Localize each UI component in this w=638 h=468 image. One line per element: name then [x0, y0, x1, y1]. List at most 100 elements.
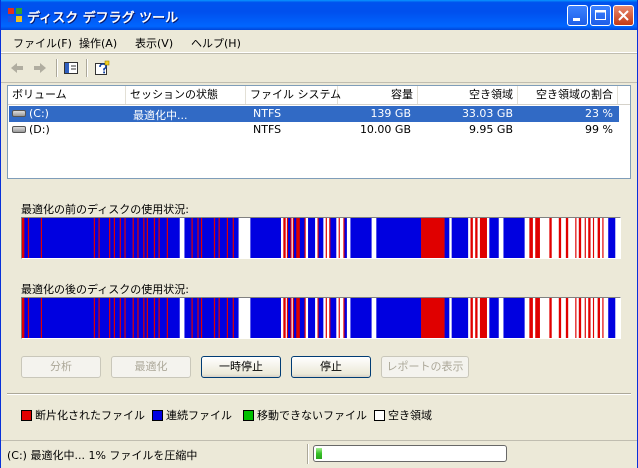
after-cluster-block: [94, 298, 99, 338]
before-cluster-block: [576, 218, 580, 258]
before-cluster-block: [293, 218, 297, 258]
column-free-percent[interactable]: 空き領域の割合: [518, 86, 618, 104]
after-cluster-block: [468, 298, 471, 338]
after-cluster-block: [371, 298, 377, 338]
before-cluster-block: [568, 218, 576, 258]
volume-name: (C:): [29, 107, 49, 120]
toolbar-separator: [56, 59, 58, 77]
unmovable-swatch: [243, 410, 254, 421]
stop-button[interactable]: 停止: [291, 356, 371, 378]
after-cluster-block: [558, 298, 562, 338]
after-cluster-block: [110, 298, 115, 338]
after-cluster-block: [326, 298, 330, 338]
after-cluster-block: [179, 298, 185, 338]
drive-icon: [12, 110, 26, 117]
legend-unmovable-label: 移動できないファイル: [257, 409, 367, 422]
defrag-progress-bar: [313, 445, 507, 462]
menu-help[interactable]: ヘルプ(H): [191, 35, 241, 51]
title-bar[interactable]: ディスク デフラグ ツール: [1, 0, 637, 30]
before-cluster-block: [299, 218, 305, 258]
after-cluster-block: [608, 298, 616, 338]
after-cluster-block: [42, 298, 95, 338]
after-cluster-block: [339, 298, 344, 338]
show-hide-pane-icon[interactable]: [63, 60, 79, 76]
status-separator: [307, 444, 309, 464]
column-session-status[interactable]: セッションの状態: [126, 86, 246, 104]
before-cluster-block: [344, 218, 348, 258]
column-file-system[interactable]: ファイル システム: [246, 86, 341, 104]
before-cluster-block: [219, 218, 228, 258]
defrag-app-icon: [8, 8, 22, 22]
before-cluster-block: [475, 218, 478, 258]
before-cluster-block: [133, 218, 138, 258]
before-cluster-block: [99, 218, 110, 258]
after-cluster-block: [578, 298, 582, 338]
forward-arrow-icon[interactable]: [32, 60, 48, 76]
after-cluster-block: [22, 298, 25, 338]
before-cluster-block: [202, 218, 215, 258]
column-volume[interactable]: ボリューム: [8, 86, 126, 104]
menu-view[interactable]: 表示(V): [135, 35, 173, 51]
column-free-space[interactable]: 空き領域: [418, 86, 518, 104]
after-disk-map: [21, 297, 621, 339]
before-cluster-block: [599, 218, 603, 258]
legend: 断片化されたファイル 連続ファイル 移動できないファイル 空き領域: [21, 404, 621, 424]
before-cluster-block: [233, 218, 239, 258]
after-cluster-block: [133, 298, 138, 338]
after-disk-map-graphic: [22, 298, 620, 338]
free-percent: 99 %: [585, 123, 613, 136]
before-cluster-block: [305, 218, 309, 258]
after-cluster-block: [498, 298, 504, 338]
after-cluster-block: [451, 298, 469, 338]
after-cluster-block: [308, 298, 316, 338]
after-cluster-block: [293, 298, 297, 338]
close-button[interactable]: [613, 5, 634, 26]
free-swatch: [374, 410, 385, 421]
minimize-button[interactable]: [567, 5, 588, 26]
disk-defrag-window: ディスク デフラグ ツール ファイル(F) 操作(A) 表示(V) ヘルプ(H): [0, 0, 638, 468]
before-cluster-block: [315, 218, 318, 258]
view-report-button[interactable]: レポートの表示: [381, 356, 469, 378]
status-text: (C:) 最適化中... 1% ファイルを圧縮中: [7, 449, 198, 462]
before-cluster-block: [147, 218, 155, 258]
back-arrow-icon[interactable]: [9, 60, 25, 76]
before-cluster-block: [24, 218, 29, 258]
before-cluster-block: [449, 218, 452, 258]
after-cluster-block: [215, 298, 219, 338]
free-space: 9.95 GB: [468, 123, 513, 136]
before-cluster-block: [477, 218, 481, 258]
before-cluster-block: [228, 218, 234, 258]
after-cluster-block: [184, 298, 192, 338]
before-cluster-block: [608, 218, 616, 258]
after-cluster-block: [529, 298, 534, 338]
before-cluster-block: [238, 218, 251, 258]
maximize-button[interactable]: [590, 5, 611, 26]
before-cluster-block: [615, 218, 620, 258]
before-cluster-block: [561, 218, 567, 258]
status-bar: (C:) 最適化中... 1% ファイルを圧縮中: [1, 440, 637, 468]
analyze-button[interactable]: 分析: [21, 356, 101, 378]
menu-file[interactable]: ファイル(F): [13, 35, 72, 51]
pause-button[interactable]: 一時停止: [201, 356, 281, 378]
after-cluster-block: [603, 298, 609, 338]
after-cluster-block: [238, 298, 251, 338]
after-cluster-block: [315, 298, 318, 338]
before-cluster-block: [184, 218, 192, 258]
menu-action[interactable]: 操作(A): [79, 35, 117, 51]
column-capacity[interactable]: 容量: [338, 86, 418, 104]
volume-row-d[interactable]: (D:) NTFS 10.00 GB 9.95 GB 99 %: [9, 122, 619, 138]
after-cluster-block: [599, 298, 603, 338]
legend-free-label: 空き領域: [388, 409, 432, 422]
before-cluster-block: [215, 218, 219, 258]
after-cluster-block: [159, 298, 168, 338]
before-cluster-block: [451, 218, 469, 258]
help-icon[interactable]: [94, 60, 110, 76]
before-cluster-block: [308, 218, 316, 258]
after-cluster-block: [305, 298, 309, 338]
before-cluster-block: [159, 218, 168, 258]
after-cluster-block: [532, 298, 536, 338]
defragment-button[interactable]: 最適化: [111, 356, 191, 378]
after-cluster-block: [318, 298, 324, 338]
volume-row-c[interactable]: (C:) 最適化中... NTFS 139 GB 33.03 GB 23 %: [9, 106, 619, 122]
after-cluster-block: [588, 298, 591, 338]
